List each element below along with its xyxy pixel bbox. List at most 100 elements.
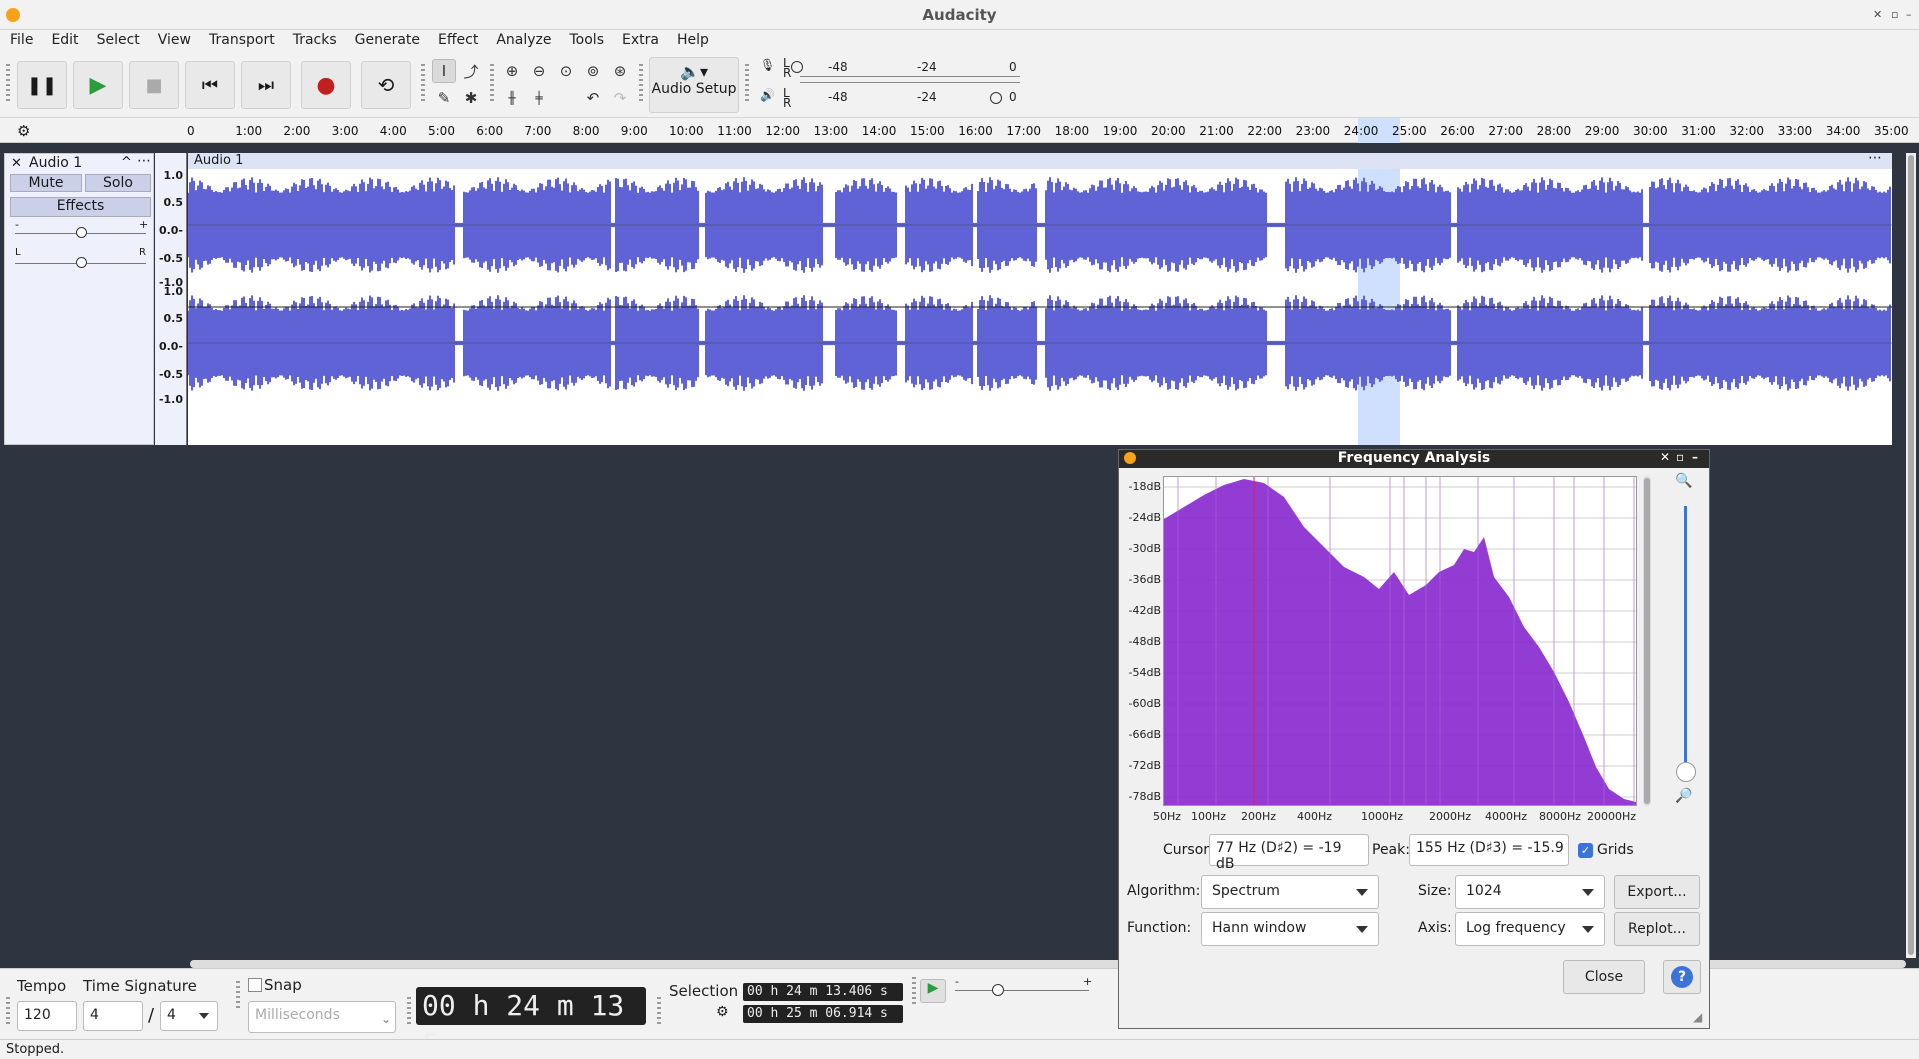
menu-item[interactable]: Transport bbox=[199, 30, 283, 52]
play-meter-scale[interactable] bbox=[800, 82, 1020, 83]
microphone-icon[interactable]: 🎙 bbox=[760, 58, 775, 72]
grids-checkbox[interactable]: ✓ bbox=[1578, 843, 1593, 858]
menu-item[interactable]: Tools bbox=[560, 30, 613, 52]
spectrum-plot[interactable] bbox=[1163, 476, 1637, 806]
dialog-close-icon[interactable]: ✕ bbox=[1660, 450, 1670, 464]
cursor-readout[interactable]: 77 Hz (D♯2) = -19 dB bbox=[1209, 834, 1369, 872]
record-meter-scale[interactable] bbox=[800, 76, 1020, 77]
menu-item[interactable]: Analyze bbox=[486, 30, 559, 52]
vertical-scroll-thumb[interactable] bbox=[1908, 155, 1914, 955]
selection-start-time[interactable]: 00 h 24 m 13.406 s bbox=[743, 983, 903, 1001]
toolbar-grip[interactable] bbox=[490, 64, 494, 104]
pause-button[interactable]: ❚❚ bbox=[17, 61, 67, 109]
toolbar-grip[interactable] bbox=[6, 997, 10, 1027]
playback-speaker-icon[interactable]: 🔊 bbox=[760, 88, 775, 102]
menu-item[interactable]: Edit bbox=[41, 30, 86, 52]
menu-item[interactable]: Effect bbox=[428, 30, 486, 52]
trim-button[interactable]: ╫ bbox=[500, 86, 524, 110]
play-speed-thumb[interactable] bbox=[992, 984, 1004, 996]
dialog-minimize-icon[interactable]: – bbox=[1692, 450, 1698, 464]
track-name[interactable]: Audio 1 bbox=[29, 155, 82, 171]
toolbar-grip[interactable] bbox=[639, 64, 643, 104]
snap-checkbox[interactable] bbox=[248, 978, 262, 992]
pan-slider-thumb[interactable] bbox=[76, 257, 87, 268]
dialog-maximize-icon[interactable]: ▫ bbox=[1676, 450, 1684, 464]
selection-end-time[interactable]: 00 h 25 m 06.914 s bbox=[743, 1005, 903, 1023]
waveform-view[interactable] bbox=[187, 153, 1892, 445]
tempo-input[interactable]: 120 bbox=[17, 1001, 77, 1031]
skip-start-button[interactable]: ⏮ bbox=[185, 61, 235, 109]
export-button[interactable]: Export... bbox=[1614, 875, 1700, 909]
audio-setup-button[interactable]: 🔈▾ Audio Setup bbox=[649, 57, 739, 113]
axis-select[interactable]: Log frequency bbox=[1455, 912, 1605, 946]
size-select[interactable]: 1024 bbox=[1455, 875, 1605, 909]
menu-item[interactable]: Help bbox=[667, 30, 717, 52]
toolbar-grip[interactable] bbox=[236, 981, 240, 1011]
maximize-window-icon[interactable]: ▫ bbox=[1891, 8, 1898, 21]
play-level-knob[interactable] bbox=[990, 92, 1002, 104]
menu-item[interactable]: Select bbox=[87, 30, 148, 52]
plot-scroll-thumb[interactable] bbox=[1644, 478, 1650, 804]
help-button[interactable]: ? bbox=[1663, 960, 1701, 994]
redo-button[interactable]: ↷ bbox=[608, 86, 632, 110]
timeline-ruler[interactable]: ⚙ 0 1:00 2:00 3:00 4:00 5:00 6:00 7:00 8:00 9:00 1… bbox=[0, 118, 1919, 143]
time-signature-denominator[interactable]: 4 bbox=[160, 1001, 218, 1031]
undo-button[interactable]: ↶ bbox=[581, 86, 605, 110]
toolbar-grip[interactable] bbox=[421, 64, 425, 104]
zoom-in-button[interactable]: ⊕ bbox=[500, 59, 524, 83]
play-speed-slider[interactable] bbox=[955, 990, 1089, 991]
menu-item[interactable]: Extra bbox=[612, 30, 667, 52]
gear-icon[interactable]: ⚙ bbox=[17, 122, 30, 140]
zoom-slider-track[interactable] bbox=[1684, 506, 1687, 762]
gain-slider-thumb[interactable] bbox=[76, 227, 87, 238]
close-track-icon[interactable]: ✕ bbox=[11, 156, 22, 171]
zoom-slider-thumb[interactable] bbox=[1676, 762, 1696, 782]
plot-scrollbar[interactable] bbox=[1643, 476, 1651, 806]
toolbar-grip[interactable] bbox=[6, 64, 10, 104]
play-at-speed-button[interactable]: ▶ bbox=[920, 979, 946, 1003]
toolbar-grip[interactable] bbox=[657, 997, 661, 1027]
minimize-window-icon[interactable]: – bbox=[1906, 8, 1912, 21]
menu-item[interactable]: Tracks bbox=[283, 30, 345, 52]
loop-button[interactable]: ⟲ bbox=[361, 61, 411, 109]
resize-grip-icon[interactable]: ◢ bbox=[1693, 1010, 1702, 1024]
zoom-out-button[interactable]: ⊖ bbox=[527, 59, 551, 83]
mute-button[interactable]: Mute bbox=[10, 174, 82, 192]
toolbar-grip[interactable] bbox=[407, 997, 411, 1027]
record-button[interactable]: ● bbox=[301, 61, 351, 109]
clip-header[interactable]: Audio 1 ⋯ bbox=[188, 150, 1892, 169]
replot-button[interactable]: Replot... bbox=[1614, 912, 1700, 946]
draw-tool-button[interactable]: ✎ bbox=[432, 86, 456, 110]
close-button[interactable]: Close bbox=[1563, 960, 1645, 994]
silence-button[interactable]: ╪ bbox=[527, 86, 551, 110]
stop-button[interactable]: ■ bbox=[129, 61, 179, 109]
algorithm-select[interactable]: Spectrum bbox=[1201, 875, 1379, 909]
clip-menu-icon[interactable]: ⋯ bbox=[1868, 150, 1882, 166]
fit-project-button[interactable]: ⊚ bbox=[581, 59, 605, 83]
play-button[interactable]: ▶ bbox=[73, 61, 123, 109]
selection-gear-icon[interactable]: ⚙ bbox=[716, 1004, 729, 1020]
snap-unit-select[interactable]: Milliseconds ⌄ bbox=[248, 1001, 396, 1033]
selection-tool-button[interactable]: I bbox=[432, 59, 456, 83]
multi-tool-button[interactable]: ✱ bbox=[459, 86, 483, 110]
menu-item[interactable]: View bbox=[148, 30, 199, 52]
track-menu-icon[interactable]: ⋯ bbox=[137, 153, 151, 169]
envelope-tool-button[interactable]: ⤴ bbox=[459, 59, 483, 83]
close-window-icon[interactable]: ✕ bbox=[1873, 8, 1882, 21]
effects-button[interactable]: Effects bbox=[10, 197, 151, 217]
dialog-titlebar[interactable]: Frequency Analysis ✕ ▫ – bbox=[1119, 450, 1709, 468]
peak-readout[interactable]: 155 Hz (D♯3) = -15.9 d bbox=[1409, 834, 1569, 866]
function-select[interactable]: Hann window bbox=[1201, 912, 1379, 946]
vertical-amplitude-ruler[interactable]: 1.0 0.5 0.0- -0.5 -1.0 1.0 0.5 0.0- -0.5 -1.0 bbox=[155, 153, 187, 445]
zoom-toggle-button[interactable]: ⊛ bbox=[608, 59, 632, 83]
solo-button[interactable]: Solo bbox=[85, 174, 151, 192]
vertical-scrollbar[interactable] bbox=[1906, 153, 1916, 958]
menu-item[interactable]: File bbox=[0, 30, 41, 52]
record-level-knob[interactable] bbox=[791, 61, 803, 73]
time-display[interactable]: 00 h 24 m 13 s bbox=[416, 987, 646, 1055]
skip-end-button[interactable]: ⏭ bbox=[241, 61, 291, 109]
toolbar-grip[interactable] bbox=[912, 977, 916, 1007]
fit-selection-button[interactable]: ⊙ bbox=[554, 59, 578, 83]
toolbar-grip[interactable] bbox=[745, 64, 749, 104]
menu-item[interactable]: Generate bbox=[345, 30, 428, 52]
